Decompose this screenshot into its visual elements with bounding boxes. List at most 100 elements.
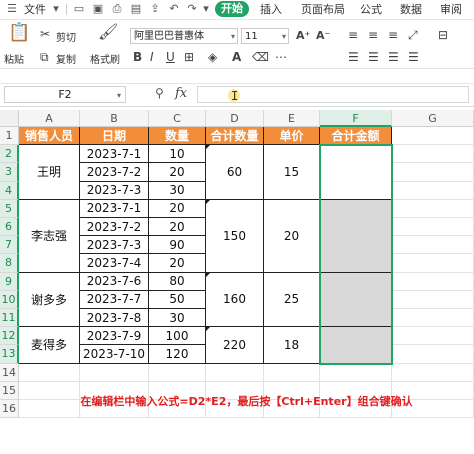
italic-icon[interactable]: I — [150, 50, 154, 64]
total-quantity-cell[interactable]: 60 — [206, 145, 264, 200]
font-size-select[interactable]: 11 ▾ — [241, 28, 289, 44]
date-cell[interactable]: 2023-7-3 — [80, 181, 149, 200]
header-cell-salesperson[interactable]: 销售人员 — [19, 127, 80, 146]
paste-button[interactable]: 粘贴 — [4, 51, 24, 66]
grid-cell[interactable] — [392, 145, 474, 164]
save-icon[interactable]: ▣ — [92, 3, 104, 15]
grid-cell[interactable] — [392, 236, 474, 255]
clear-format-icon[interactable]: ⌫ — [252, 50, 269, 64]
total-quantity-cell[interactable]: 220 — [206, 327, 264, 364]
header-cell-quantity[interactable]: 数量 — [149, 127, 206, 146]
row-header-13[interactable]: 13 — [0, 345, 19, 364]
grid-cell[interactable] — [206, 363, 264, 382]
print-preview-icon[interactable]: ▤ — [130, 3, 142, 15]
brush-icon[interactable]: 🖌 — [98, 24, 118, 40]
salesperson-cell[interactable]: 李志强 — [19, 199, 80, 273]
unit-price-cell[interactable]: 25 — [264, 272, 320, 328]
select-all-corner[interactable] — [0, 110, 19, 127]
increase-font-icon[interactable]: A⁺ — [296, 29, 310, 43]
grid-cell[interactable] — [392, 181, 474, 200]
date-cell[interactable]: 2023-7-10 — [80, 345, 149, 364]
grid-cell[interactable] — [392, 163, 474, 182]
column-header-d[interactable]: D — [206, 110, 264, 127]
align-middle-icon[interactable]: ≡ — [368, 28, 378, 42]
grid-cell[interactable] — [392, 290, 474, 309]
date-cell[interactable]: 2023-7-1 — [80, 199, 149, 218]
row-header-11[interactable]: 11 — [0, 309, 19, 328]
tab-data[interactable]: 数据 — [400, 2, 422, 17]
grid-cell[interactable] — [392, 218, 474, 237]
paste-icon[interactable]: 📋 — [8, 24, 30, 42]
print-icon[interactable]: ⎙ — [111, 3, 123, 15]
align-right-icon[interactable]: ☰ — [388, 50, 399, 64]
grid-cell[interactable] — [392, 327, 474, 346]
align-top-icon[interactable]: ≡ — [348, 28, 358, 42]
unit-price-cell[interactable]: 15 — [264, 145, 320, 200]
quantity-cell[interactable]: 50 — [149, 290, 206, 309]
quantity-cell[interactable]: 30 — [149, 181, 206, 200]
redo-icon[interactable]: ↷ — [186, 3, 198, 15]
function-icon[interactable]: fx — [175, 86, 187, 101]
copy-icon[interactable]: ⧉ — [40, 50, 49, 64]
unit-price-cell[interactable]: 20 — [264, 199, 320, 273]
quantity-cell[interactable]: 80 — [149, 272, 206, 291]
search-icon[interactable]: ⚲ — [155, 86, 164, 100]
date-cell[interactable]: 2023-7-2 — [80, 163, 149, 182]
row-header-12[interactable]: 12 — [0, 327, 19, 346]
row-header-16[interactable]: 16 — [0, 400, 19, 419]
cut-button[interactable]: 剪切 — [56, 29, 76, 44]
grid-cell[interactable] — [19, 363, 80, 382]
undo-icon[interactable]: ↶ — [168, 3, 180, 15]
align-left-icon[interactable]: ☰ — [348, 50, 359, 64]
quantity-cell[interactable]: 100 — [149, 327, 206, 346]
quantity-cell[interactable]: 20 — [149, 254, 206, 273]
open-folder-icon[interactable]: ▭ — [73, 3, 85, 15]
quantity-cell[interactable]: 90 — [149, 236, 206, 255]
grid-cell[interactable] — [392, 199, 474, 218]
quantity-cell[interactable]: 30 — [149, 309, 206, 328]
date-cell[interactable]: 2023-7-2 — [80, 218, 149, 237]
total-amount-cell[interactable] — [320, 272, 392, 328]
quantity-cell[interactable]: 20 — [149, 199, 206, 218]
quantity-cell[interactable]: 120 — [149, 345, 206, 364]
date-cell[interactable]: 2023-7-3 — [80, 236, 149, 255]
salesperson-cell[interactable]: 麦得多 — [19, 327, 80, 364]
menu-file[interactable]: 文件 — [24, 2, 46, 17]
format-painter-button[interactable]: 格式刷 — [90, 51, 120, 66]
quantity-cell[interactable]: 10 — [149, 145, 206, 164]
unit-price-cell[interactable]: 18 — [264, 327, 320, 364]
tab-review[interactable]: 审阅 — [440, 2, 462, 17]
salesperson-cell[interactable]: 王明 — [19, 145, 80, 200]
copy-button[interactable]: 复制 — [56, 51, 76, 66]
grid-cell[interactable] — [80, 363, 149, 382]
column-header-c[interactable]: C — [149, 110, 206, 127]
total-amount-cell[interactable] — [320, 327, 392, 364]
row-header-10[interactable]: 10 — [0, 290, 19, 309]
grid-cell[interactable] — [392, 363, 474, 382]
row-header-5[interactable]: 5 — [0, 199, 19, 218]
total-amount-cell[interactable] — [320, 145, 392, 200]
grid-cell[interactable] — [149, 363, 206, 382]
grid-cell[interactable] — [392, 272, 474, 291]
header-cell-unit-price[interactable]: 单价 — [264, 127, 320, 146]
grid-cell[interactable] — [392, 309, 474, 328]
export-icon[interactable]: ⇪ — [149, 3, 161, 15]
column-header-b[interactable]: B — [80, 110, 149, 127]
date-cell[interactable]: 2023-7-6 — [80, 272, 149, 291]
date-cell[interactable]: 2023-7-8 — [80, 309, 149, 328]
row-header-7[interactable]: 7 — [0, 236, 19, 255]
bold-icon[interactable]: B — [133, 50, 142, 64]
row-header-6[interactable]: 6 — [0, 218, 19, 237]
salesperson-cell[interactable]: 谢多多 — [19, 272, 80, 328]
grid-cell[interactable] — [320, 363, 392, 382]
grid-cell[interactable] — [392, 345, 474, 364]
justify-icon[interactable]: ☰ — [408, 50, 419, 64]
column-header-g[interactable]: G — [392, 110, 474, 127]
column-header-f[interactable]: F — [320, 110, 392, 127]
date-cell[interactable]: 2023-7-4 — [80, 254, 149, 273]
merge-cells-icon[interactable]: ⊟ — [438, 28, 448, 42]
row-header-1[interactable]: 1 — [0, 127, 19, 146]
row-header-4[interactable]: 4 — [0, 181, 19, 200]
grid-cell[interactable] — [392, 127, 474, 146]
decrease-font-icon[interactable]: A⁻ — [316, 29, 330, 43]
